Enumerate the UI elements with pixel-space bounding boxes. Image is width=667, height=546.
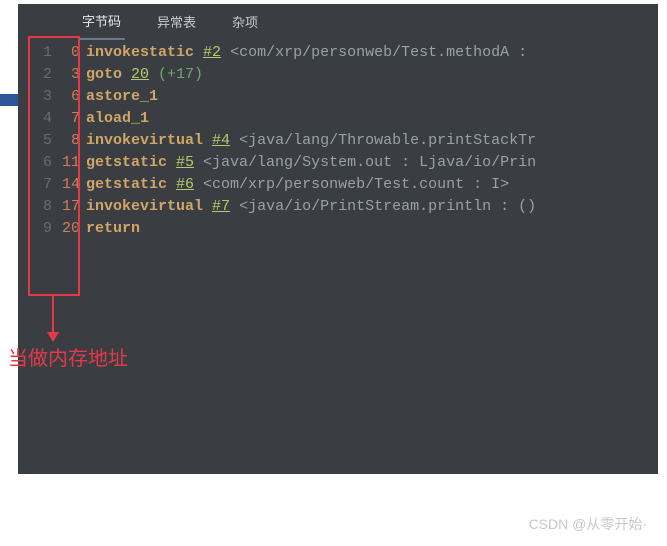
constant-pool-ref[interactable]: #7 (212, 198, 230, 215)
bytecode-offset: 7 (60, 108, 86, 130)
opcode: getstatic (86, 154, 167, 171)
instruction: aload_1 (86, 108, 658, 130)
code-line[interactable]: 817invokevirtual #7 <java/io/PrintStream… (18, 196, 658, 218)
constant-pool-ref[interactable]: #4 (212, 132, 230, 149)
bytecode-offset: 6 (60, 86, 86, 108)
jump-target[interactable]: 20 (131, 66, 149, 83)
descriptor: <com/xrp/personweb/Test.methodA : (221, 44, 527, 61)
descriptor: <java/lang/Throwable.printStackTr (230, 132, 536, 149)
tab-bytecode[interactable]: 字节码 (78, 3, 125, 40)
descriptor: <com/xrp/personweb/Test.count : I> (194, 176, 509, 193)
bytecode-offset: 14 (60, 174, 86, 196)
opcode: getstatic (86, 176, 167, 193)
opcode: goto (86, 66, 122, 83)
code-line[interactable]: 47aload_1 (18, 108, 658, 130)
bytecode-editor-panel: 字节码 异常表 杂项 10invokestatic #2 <com/xrp/pe… (18, 4, 658, 474)
instruction: astore_1 (86, 86, 658, 108)
opcode: astore_1 (86, 88, 158, 105)
code-line[interactable]: 920return (18, 218, 658, 240)
instruction: invokevirtual #7 <java/io/PrintStream.pr… (86, 196, 658, 218)
line-number: 8 (18, 196, 60, 218)
opcode: return (86, 220, 140, 237)
line-number: 4 (18, 108, 60, 130)
descriptor: <java/io/PrintStream.println : () (230, 198, 536, 215)
instruction: invokevirtual #4 <java/lang/Throwable.pr… (86, 130, 658, 152)
instruction: getstatic #5 <java/lang/System.out : Lja… (86, 152, 658, 174)
opcode: invokestatic (86, 44, 194, 61)
code-line[interactable]: 23goto 20 (+17) (18, 64, 658, 86)
bytecode-offset: 8 (60, 130, 86, 152)
line-number: 9 (18, 218, 60, 240)
opcode: aload_1 (86, 110, 149, 127)
watermark-text: CSDN @从零开始· (529, 514, 647, 534)
line-number: 5 (18, 130, 60, 152)
opcode: invokevirtual (86, 132, 203, 149)
jump-delta: (+17) (149, 66, 203, 83)
bytecode-offset: 20 (60, 218, 86, 240)
bytecode-offset: 3 (60, 64, 86, 86)
line-number: 7 (18, 174, 60, 196)
annotation-arrow (52, 296, 54, 340)
instruction: return (86, 218, 658, 240)
constant-pool-ref[interactable]: #6 (176, 176, 194, 193)
line-number: 2 (18, 64, 60, 86)
instruction: getstatic #6 <com/xrp/personweb/Test.cou… (86, 174, 658, 196)
instruction: goto 20 (+17) (86, 64, 658, 86)
code-line[interactable]: 714getstatic #6 <com/xrp/personweb/Test.… (18, 174, 658, 196)
code-line[interactable]: 36astore_1 (18, 86, 658, 108)
left-accent-strip (0, 94, 18, 106)
tab-misc[interactable]: 杂项 (228, 4, 262, 39)
code-line[interactable]: 611getstatic #5 <java/lang/System.out : … (18, 152, 658, 174)
instruction: invokestatic #2 <com/xrp/personweb/Test.… (86, 42, 658, 64)
code-area[interactable]: 10invokestatic #2 <com/xrp/personweb/Tes… (18, 38, 658, 240)
line-number: 3 (18, 86, 60, 108)
bytecode-offset: 11 (60, 152, 86, 174)
line-number: 6 (18, 152, 60, 174)
bytecode-offset: 0 (60, 42, 86, 64)
descriptor: <java/lang/System.out : Ljava/io/Prin (194, 154, 536, 171)
code-line[interactable]: 58invokevirtual #4 <java/lang/Throwable.… (18, 130, 658, 152)
tab-bar: 字节码 异常表 杂项 (18, 4, 658, 38)
tab-exception-table[interactable]: 异常表 (153, 4, 200, 39)
annotation-label: 当做内存地址 (8, 342, 128, 371)
line-number: 1 (18, 42, 60, 64)
opcode: invokevirtual (86, 198, 203, 215)
constant-pool-ref[interactable]: #5 (176, 154, 194, 171)
constant-pool-ref[interactable]: #2 (203, 44, 221, 61)
code-line[interactable]: 10invokestatic #2 <com/xrp/personweb/Tes… (18, 42, 658, 64)
bytecode-offset: 17 (60, 196, 86, 218)
